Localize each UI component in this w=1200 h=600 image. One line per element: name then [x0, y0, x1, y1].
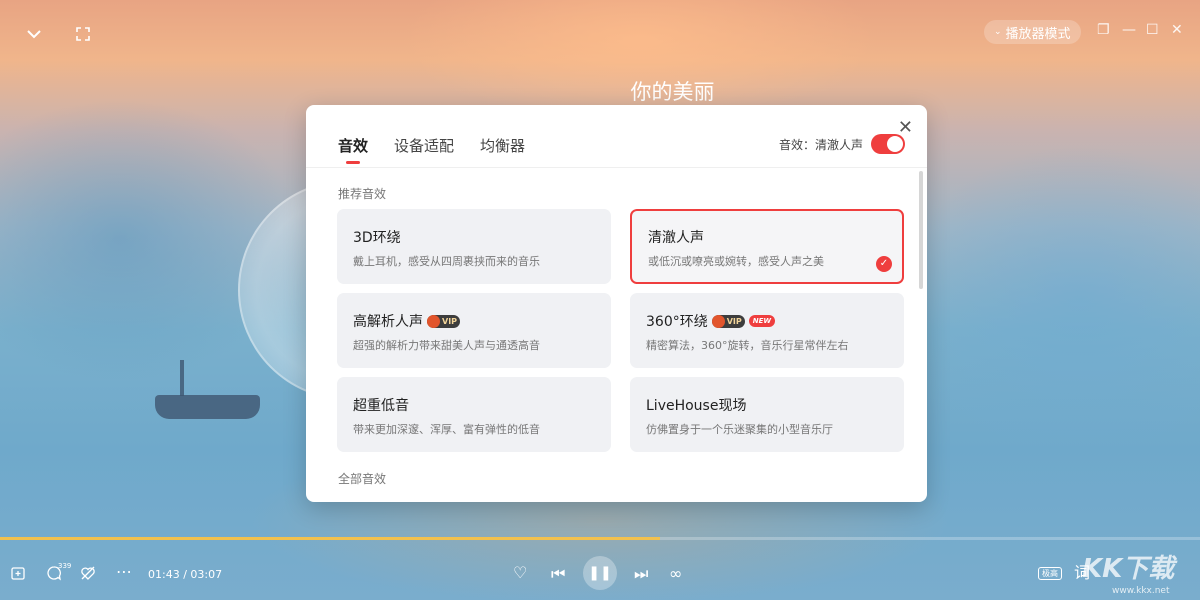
effect-card-3d-surround[interactable]: 3D环绕 戴上耳机，感受从四周裹挟而来的音乐 — [337, 209, 611, 284]
scrollbar[interactable] — [919, 171, 923, 289]
card-title: 超重低音 — [353, 398, 409, 414]
card-title: 360°环绕 — [646, 314, 708, 330]
effect-card-livehouse[interactable]: LiveHouse现场 仿佛置身于一个乐迷聚集的小型音乐厅 — [630, 377, 904, 452]
dialog-tabs: 音效 设备适配 均衡器 — [338, 135, 525, 164]
vip-badge: VIP — [427, 314, 461, 328]
vip-avatar-icon — [711, 314, 725, 328]
more-icon[interactable]: ⋯ — [116, 564, 132, 580]
fullscreen-icon[interactable] — [74, 25, 92, 47]
card-desc: 或低沉或嘹亮或婉转，感受人声之美 — [648, 255, 824, 268]
effect-card-heavy-bass[interactable]: 超重低音 带来更加深邃、浑厚、富有弹性的低音 — [337, 377, 611, 452]
tab-device-adapt[interactable]: 设备适配 — [394, 135, 454, 156]
time-display: 01:43 / 03:07 — [148, 568, 223, 581]
card-title: 高解析人声 — [353, 314, 423, 330]
effect-card-hires-vocal[interactable]: 高解析人声 VIP 超强的解析力带来甜美人声与通透高音 — [337, 293, 611, 368]
current-time: 01:43 — [148, 568, 180, 581]
card-desc: 戴上耳机，感受从四周裹挟而来的音乐 — [353, 255, 540, 268]
tab-sound-effect[interactable]: 音效 — [338, 135, 368, 164]
add-to-playlist-icon[interactable] — [10, 565, 26, 584]
painting-boat — [155, 395, 260, 419]
card-desc: 仿佛置身于一个乐迷聚集的小型音乐厅 — [646, 423, 833, 436]
close-window-icon[interactable]: ✕ — [1171, 22, 1183, 38]
collapse-chevron-icon[interactable] — [24, 24, 44, 48]
card-title: 清澈人声 — [648, 230, 704, 246]
next-icon[interactable]: ⏭ — [634, 566, 648, 582]
effect-status-label: 音效：清澈人声 — [778, 137, 863, 152]
painting-mast — [180, 360, 184, 396]
card-title: 3D环绕 — [353, 230, 401, 246]
section-recommended: 推荐音效 — [338, 187, 387, 201]
vip-avatar-icon — [427, 314, 440, 328]
card-title: LiveHouse现场 — [646, 398, 747, 414]
card-desc: 带来更加深邃、浑厚、富有弹性的低音 — [353, 423, 540, 436]
minimize-icon[interactable]: — — [1122, 22, 1136, 38]
effect-card-360-surround[interactable]: 360°环绕 VIP NEW 精密算法，360°旋转，音乐行星常伴左右 — [630, 293, 904, 368]
player-mode-button[interactable]: ⌄ 播放器模式 — [984, 20, 1081, 44]
previous-icon[interactable]: ⏮ — [551, 566, 565, 582]
mini-mode-icon[interactable]: ❐ — [1097, 22, 1110, 38]
watermark-url: www.kkx.net — [1112, 586, 1170, 596]
no-like-icon[interactable] — [80, 565, 96, 584]
tab-equalizer[interactable]: 均衡器 — [480, 135, 525, 156]
watermark-logo: KK下载 — [1082, 554, 1175, 584]
loop-icon[interactable]: ∞ — [669, 566, 682, 582]
player-mode-label: 播放器模式 — [1005, 26, 1071, 42]
check-icon: ✓ — [876, 256, 892, 272]
vip-label: VIP — [442, 316, 458, 326]
pause-button[interactable]: ❚❚ — [583, 556, 617, 590]
pause-icon: ❚❚ — [588, 565, 612, 581]
effect-card-clear-vocal[interactable]: 清澈人声 或低沉或嘹亮或婉转，感受人声之美 ✓ — [630, 209, 904, 284]
divider — [306, 167, 927, 168]
effect-status: 音效：清澈人声 — [779, 134, 905, 154]
section-all: 全部音效 — [338, 472, 387, 486]
quality-tag[interactable]: 极高 — [1038, 567, 1062, 580]
comment-count: 339 — [58, 562, 72, 570]
vip-label: VIP — [726, 316, 742, 326]
card-desc: 超强的解析力带来甜美人声与通透高音 — [353, 339, 540, 352]
maximize-icon[interactable]: ☐ — [1146, 22, 1159, 38]
heart-icon[interactable]: ♡ — [513, 565, 527, 581]
total-time: 03:07 — [190, 568, 223, 581]
vip-badge: VIP — [711, 314, 745, 328]
chevron-down-icon: ⌄ — [994, 27, 1002, 37]
song-title: 你的美丽 — [630, 80, 715, 104]
new-badge: NEW — [748, 315, 776, 327]
sound-effect-dialog: ✕ 音效 设备适配 均衡器 音效：清澈人声 推荐音效 3D环绕 戴上耳机，感受从… — [306, 105, 927, 502]
progress-fill — [0, 537, 660, 540]
effect-toggle[interactable] — [871, 134, 905, 154]
card-desc: 精密算法，360°旋转，音乐行星常伴左右 — [646, 339, 849, 352]
